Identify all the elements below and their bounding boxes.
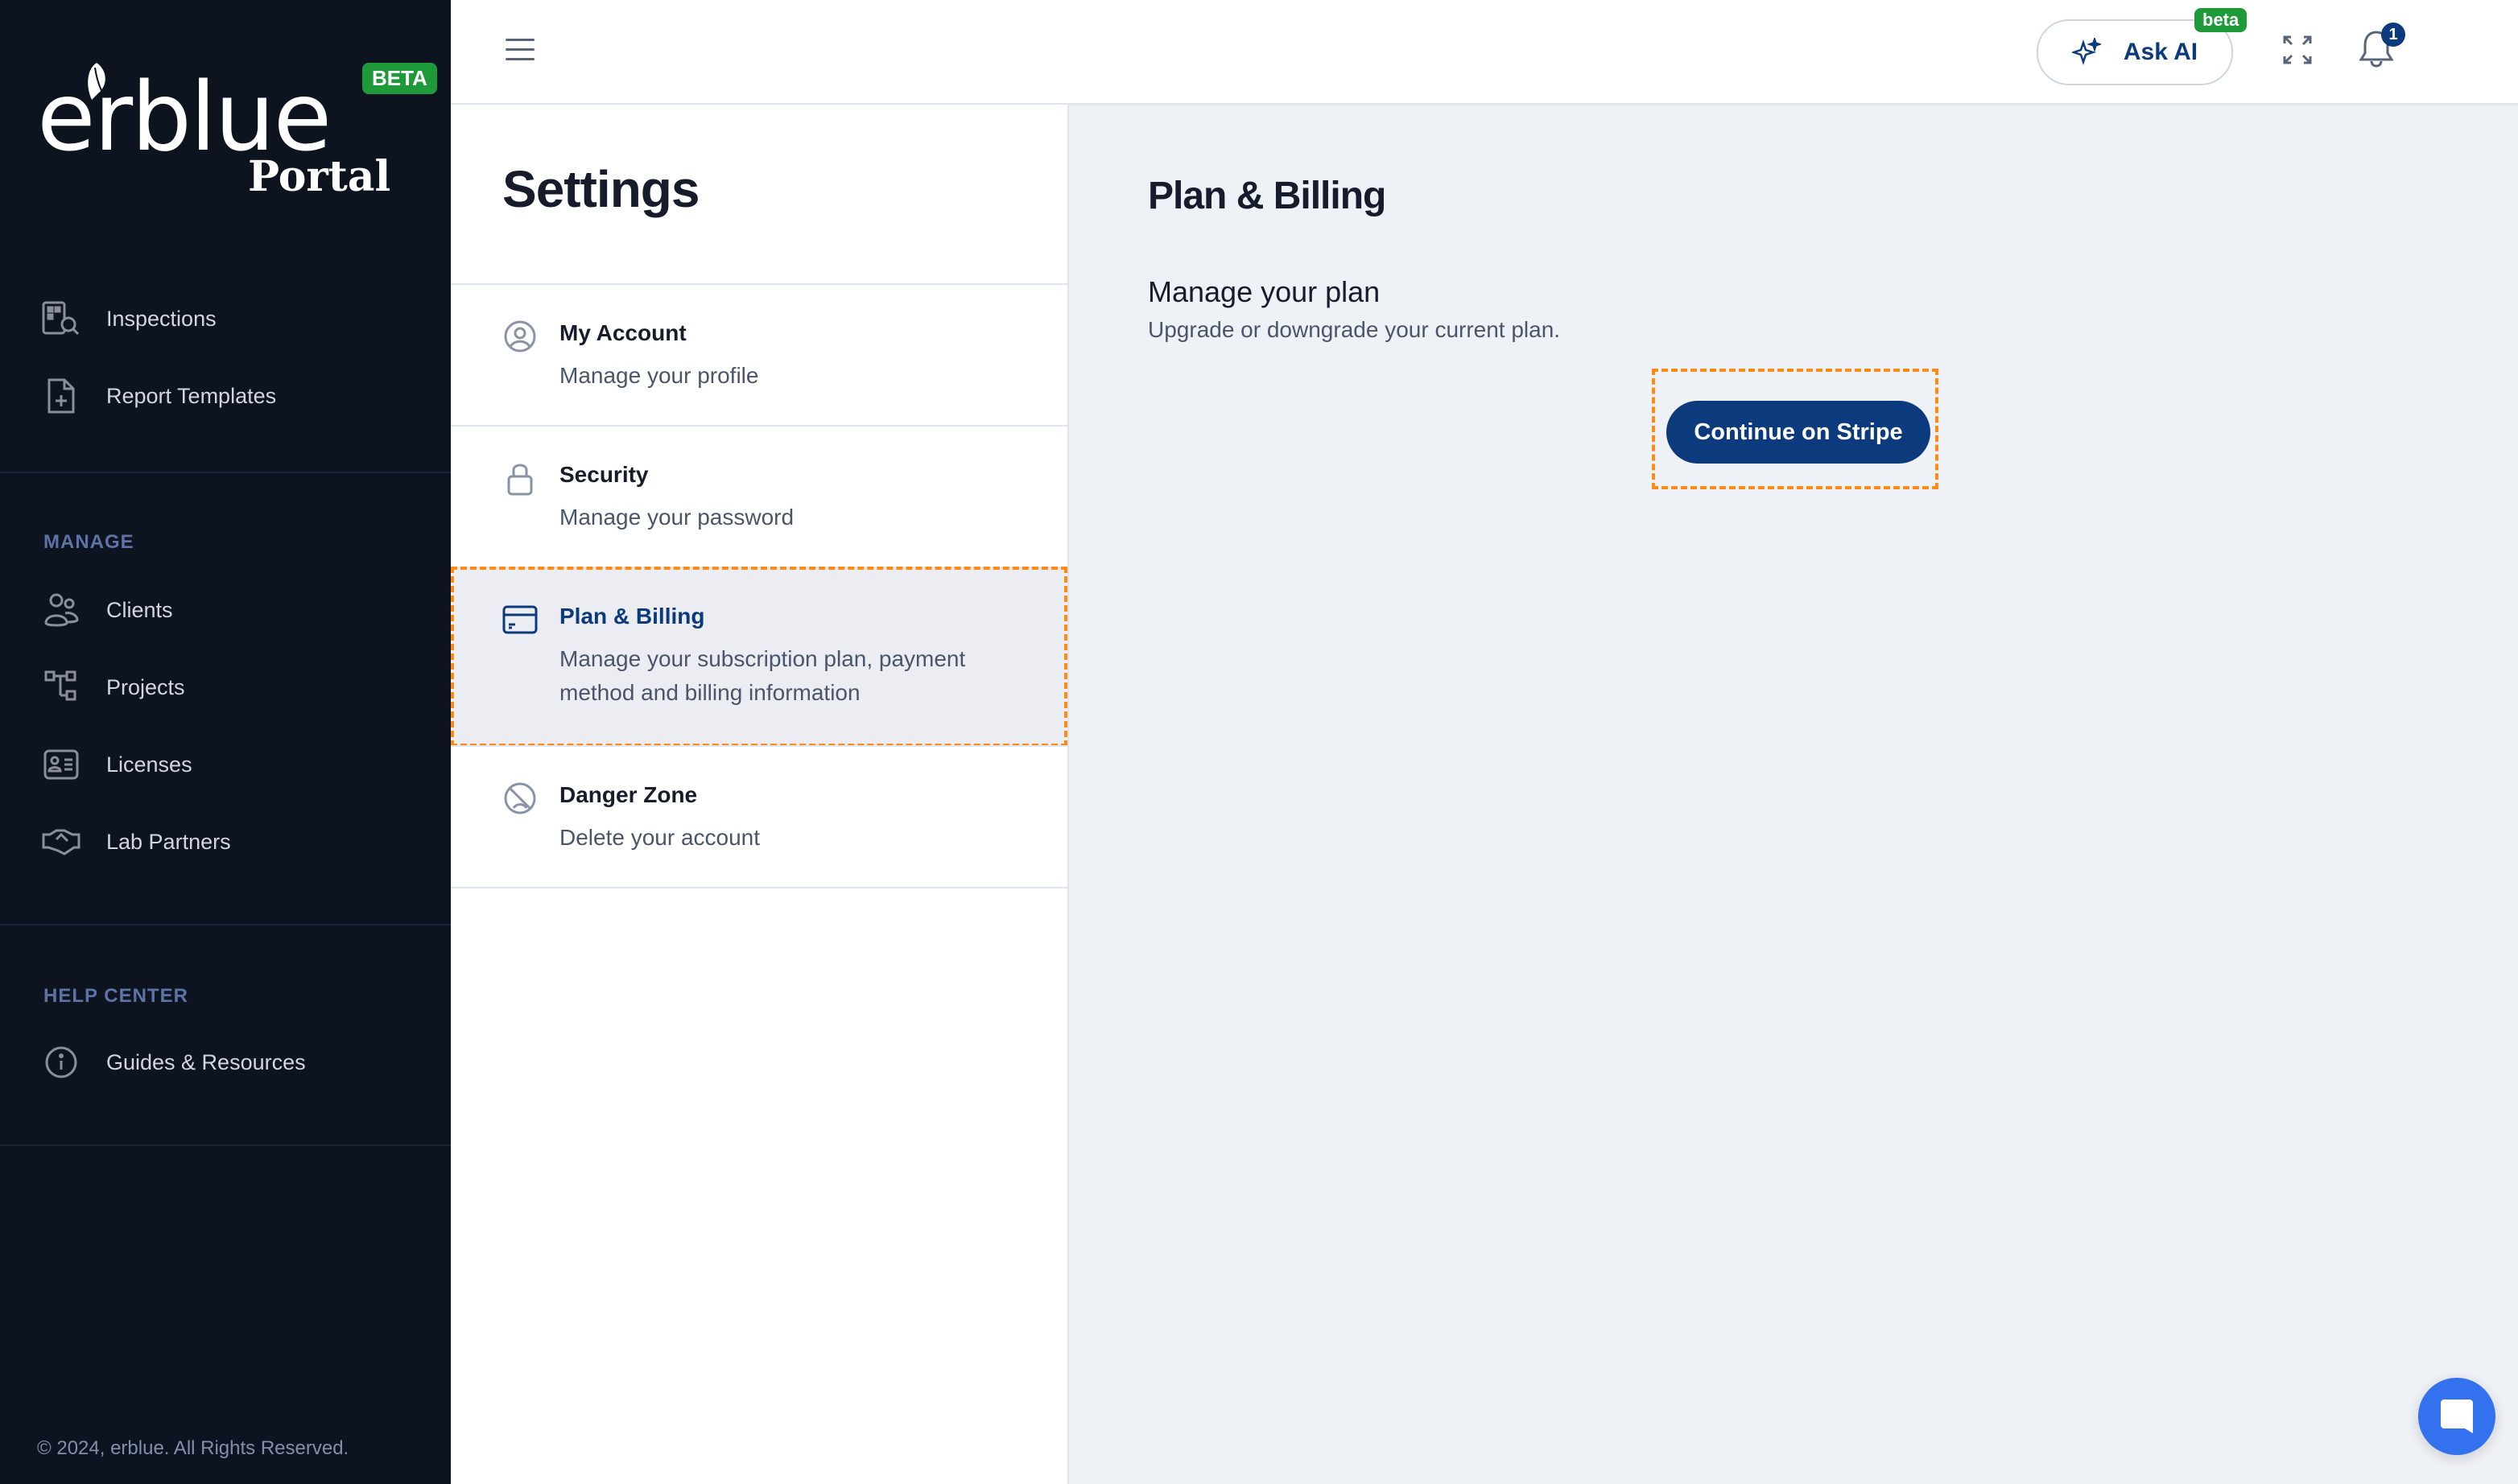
sidebar-item-label: Clients — [106, 597, 173, 622]
beta-badge: BETA — [362, 63, 437, 94]
sidebar-item-licenses[interactable]: Licenses — [42, 740, 192, 789]
stripe-button-highlight: Continue on Stripe — [1652, 369, 1938, 489]
divider — [0, 924, 451, 925]
settings-item-description: Delete your account — [559, 825, 761, 850]
sidebar: erblue Portal BETA Inspections Report Te… — [0, 0, 451, 1484]
divider — [0, 1144, 451, 1146]
continue-on-stripe-button[interactable]: Continue on Stripe — [1666, 401, 1930, 464]
sidebar-item-lab-partners[interactable]: Lab Partners — [42, 818, 231, 866]
sidebar-item-report-templates[interactable]: Report Templates — [42, 372, 276, 420]
sidebar-item-inspections[interactable]: Inspections — [42, 295, 217, 343]
settings-item-description: Manage your subscription plan, payment m… — [559, 646, 966, 705]
settings-item-title: Plan & Billing — [559, 604, 705, 629]
copyright-text: © 2024, erblue. All Rights Reserved. — [37, 1437, 349, 1459]
sidebar-item-guides-resources[interactable]: Guides & Resources — [42, 1038, 306, 1086]
settings-item-title: Security — [559, 462, 649, 487]
ask-ai-label: Ask AI — [2123, 39, 2198, 65]
chat-bubble-icon — [2441, 1399, 2473, 1433]
manage-plan-title: Manage your plan — [1148, 275, 1381, 308]
settings-item-security[interactable]: Security Manage your password — [451, 425, 1067, 567]
section-label-manage: MANAGE — [43, 531, 134, 553]
users-icon — [42, 591, 80, 629]
credit-card-icon — [502, 605, 538, 634]
settings-panel: Settings My Account Manage your profile … — [451, 105, 1069, 1484]
brand-subtitle: Portal — [248, 152, 391, 201]
danger-icon — [504, 782, 536, 814]
fullscreen-icon[interactable] — [2281, 34, 2314, 66]
section-heading: Plan & Billing — [1148, 175, 1386, 217]
menu-toggle-icon[interactable] — [506, 39, 535, 61]
settings-item-title: My Account — [559, 320, 687, 345]
building-search-icon — [42, 299, 80, 338]
section-label-help-center: HELP CENTER — [43, 985, 188, 1007]
divider — [0, 472, 451, 473]
manage-plan-description: Upgrade or downgrade your current plan. — [1148, 317, 1561, 342]
chat-support-button[interactable] — [2418, 1378, 2495, 1455]
settings-item-danger-zone[interactable]: Danger Zone Delete your account — [451, 745, 1067, 888]
hierarchy-icon — [42, 668, 80, 707]
sidebar-item-label: Projects — [106, 674, 185, 699]
sidebar-item-clients[interactable]: Clients — [42, 586, 173, 634]
main-content: Plan & Billing Manage your plan Upgrade … — [1069, 105, 2518, 1484]
settings-item-description: Manage your password — [559, 505, 795, 530]
info-icon — [42, 1043, 80, 1082]
id-card-icon — [42, 745, 80, 784]
page-title: Settings — [502, 160, 700, 218]
settings-item-my-account[interactable]: My Account Manage your profile — [451, 283, 1067, 425]
handshake-icon — [42, 822, 80, 861]
file-plus-icon — [42, 377, 80, 415]
sidebar-item-label: Guides & Resources — [106, 1049, 306, 1074]
top-bar: Ask AI beta 1 DE — [451, 0, 2518, 105]
settings-item-description: Manage your profile — [559, 363, 759, 388]
settings-item-title: Danger Zone — [559, 782, 698, 807]
sidebar-item-label: Inspections — [106, 306, 217, 331]
user-circle-icon — [504, 320, 536, 352]
sidebar-item-label: Licenses — [106, 752, 192, 777]
ask-ai-beta-badge: beta — [2194, 8, 2248, 32]
sidebar-item-label: Report Templates — [106, 383, 277, 408]
sidebar-item-label: Lab Partners — [106, 829, 231, 854]
brand-name: erblue — [37, 61, 332, 172]
lock-icon — [507, 464, 533, 496]
notification-count-badge: 1 — [2381, 23, 2405, 47]
sidebar-item-projects[interactable]: Projects — [42, 663, 185, 711]
settings-item-plan-billing[interactable]: Plan & Billing Manage your subscription … — [451, 567, 1067, 747]
sparkles-icon — [2071, 38, 2101, 65]
